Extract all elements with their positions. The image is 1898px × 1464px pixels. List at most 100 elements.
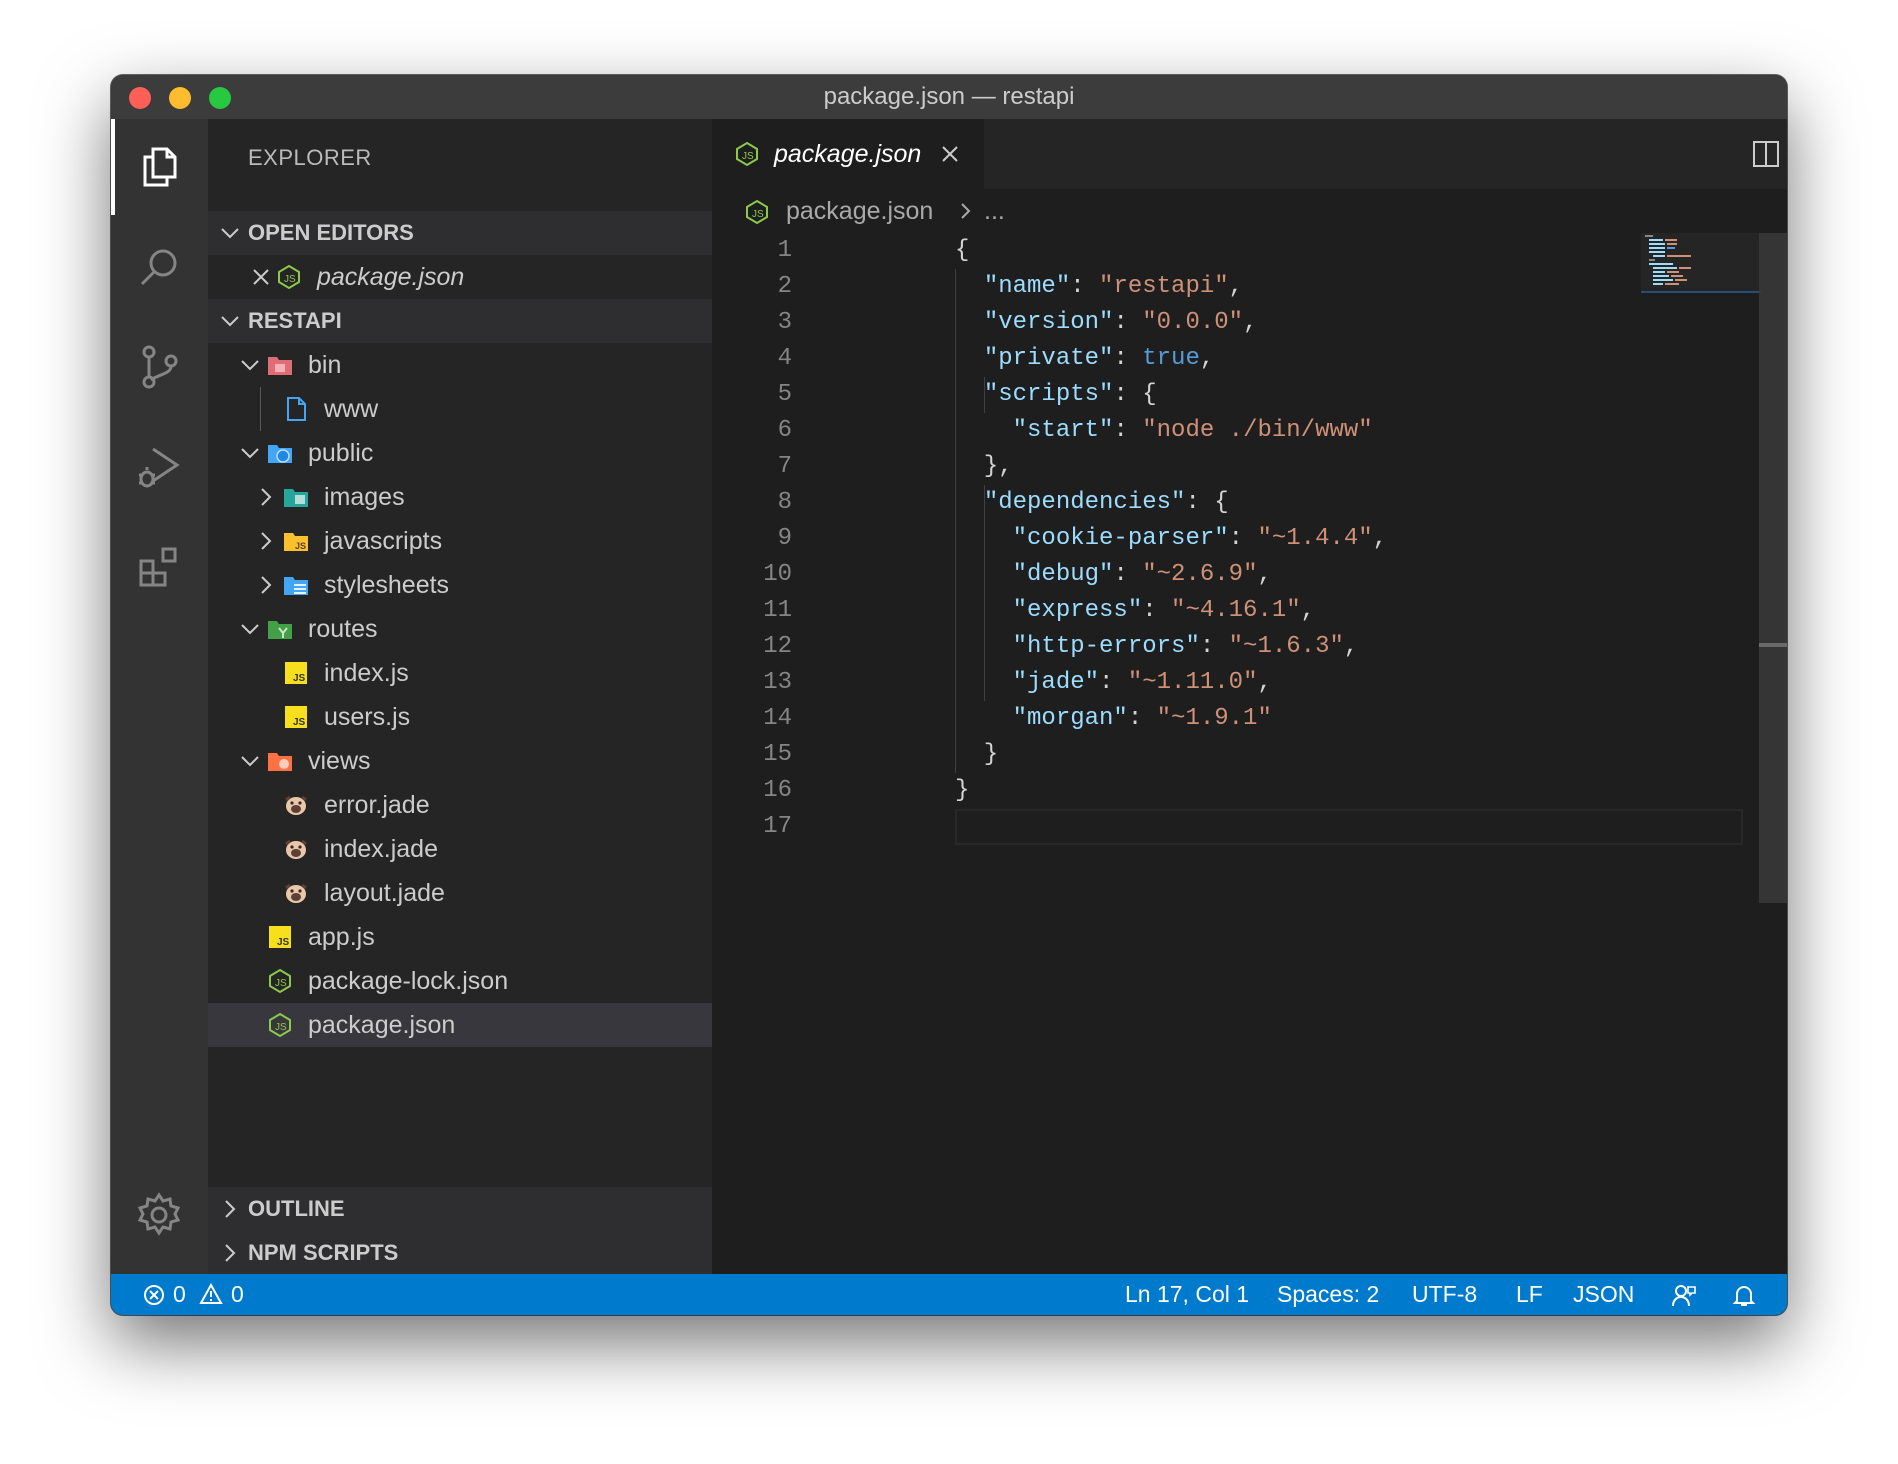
warning-count[interactable]: 0 bbox=[231, 1274, 244, 1315]
line-content: "dependencies": { bbox=[955, 485, 1229, 521]
line-content: "http-errors": "~1.6.3", bbox=[955, 629, 1359, 665]
folder-public-icon bbox=[268, 445, 292, 463]
close-icon[interactable] bbox=[938, 142, 962, 166]
code-token: "~4.16.1" bbox=[1171, 597, 1301, 624]
code-token: "private" bbox=[983, 345, 1114, 372]
tree-file-error-jade[interactable]: error.jade bbox=[208, 783, 712, 827]
tree-label: app.js bbox=[308, 923, 375, 951]
code-token: "~1.4.4" bbox=[1257, 525, 1373, 552]
code-token: } bbox=[955, 777, 970, 804]
error-count[interactable]: 0 bbox=[173, 1274, 186, 1315]
folder-routes-icon bbox=[268, 621, 292, 639]
tree-file-layout-jade[interactable]: layout.jade bbox=[208, 871, 712, 915]
line-content: "scripts": { bbox=[955, 377, 1157, 413]
tree-folder-public[interactable]: public bbox=[208, 431, 712, 475]
tree-folder-stylesheets[interactable]: stylesheets bbox=[208, 563, 712, 607]
tree-folder-javascripts[interactable]: JS javascripts bbox=[208, 519, 712, 563]
line-number: 5 bbox=[777, 381, 792, 408]
line-content: "name": "restapi", bbox=[955, 269, 1243, 305]
split-editor-icon[interactable] bbox=[1752, 140, 1780, 168]
javascript-file-icon: JS bbox=[269, 926, 291, 948]
project-header[interactable]: RESTAPI bbox=[208, 299, 712, 343]
chevron-down-icon bbox=[241, 624, 259, 635]
svg-text:JS: JS bbox=[295, 541, 306, 551]
code-token: : bbox=[1113, 345, 1143, 372]
folder-javascript-icon: JS bbox=[284, 533, 308, 551]
code-token: "jade" bbox=[1012, 669, 1100, 696]
chevron-right-icon bbox=[261, 488, 272, 506]
feedback-icon[interactable] bbox=[1671, 1282, 1697, 1308]
npm-scripts-header[interactable]: NPM SCRIPTS bbox=[208, 1231, 712, 1275]
outline-header[interactable]: OUTLINE bbox=[208, 1187, 712, 1231]
encoding[interactable]: UTF-8 bbox=[1412, 1274, 1477, 1315]
line-content: "cookie-parser": "~1.4.4", bbox=[955, 521, 1387, 557]
explorer-icon[interactable] bbox=[125, 133, 193, 201]
extensions-icon[interactable] bbox=[125, 533, 193, 601]
line-number: 11 bbox=[763, 597, 792, 624]
tree-label: bin bbox=[308, 351, 342, 379]
tree-folder-images[interactable]: images bbox=[208, 475, 712, 519]
tree-folder-routes[interactable]: routes bbox=[208, 607, 712, 651]
open-editors-header[interactable]: OPEN EDITORS bbox=[208, 211, 712, 255]
language-mode[interactable]: JSON bbox=[1573, 1274, 1634, 1315]
line-number: 12 bbox=[763, 633, 792, 660]
code-editor[interactable]: 1 {2 "name": "restapi", 3 "version": "0.0.… bbox=[712, 233, 1787, 1274]
settings-gear-icon[interactable] bbox=[125, 1181, 193, 1249]
tree-label: package.json bbox=[308, 1011, 456, 1039]
line-number: 16 bbox=[763, 777, 792, 804]
code-token: "~1.9.1" bbox=[1156, 705, 1272, 732]
tree-file-app-js[interactable]: JS app.js bbox=[208, 915, 712, 959]
run-debug-icon[interactable] bbox=[125, 433, 193, 501]
tab-package-json[interactable]: JS package.json bbox=[712, 119, 984, 189]
nodejs-file-icon: JS bbox=[278, 264, 300, 290]
open-editor-item[interactable]: JS package.json bbox=[208, 255, 712, 299]
tree-label: stylesheets bbox=[324, 571, 450, 599]
line-number: 9 bbox=[777, 525, 792, 552]
indentation[interactable]: Spaces: 2 bbox=[1277, 1274, 1379, 1315]
breadcrumb-more[interactable]: ... bbox=[984, 189, 1005, 233]
tree-label: images bbox=[324, 483, 405, 511]
tree-file-index-js[interactable]: JS index.js bbox=[208, 651, 712, 695]
window-title: package.json — restapi bbox=[823, 83, 1075, 110]
jade-pug-file-icon bbox=[285, 795, 307, 815]
tree-file-users-js[interactable]: JS users.js bbox=[208, 695, 712, 739]
tree-label: error.jade bbox=[324, 791, 430, 819]
tree-file-package-json[interactable]: JS package.json bbox=[208, 1003, 712, 1047]
notifications-bell-icon[interactable] bbox=[1731, 1282, 1757, 1308]
tree-label: views bbox=[308, 747, 371, 775]
nodejs-file-icon: JS bbox=[736, 141, 758, 167]
cursor-position[interactable]: Ln 17, Col 1 bbox=[1125, 1274, 1249, 1315]
tree-file-index-jade[interactable]: index.jade bbox=[208, 827, 712, 871]
code-token: "name" bbox=[983, 273, 1071, 300]
tree-label: routes bbox=[308, 615, 378, 643]
tree-file-www[interactable]: www bbox=[208, 387, 712, 431]
code-token: "node ./bin/www" bbox=[1142, 417, 1373, 444]
line-content: }, bbox=[955, 449, 1013, 485]
source-control-icon[interactable] bbox=[125, 333, 193, 401]
open-editors-label: OPEN EDITORS bbox=[248, 220, 414, 245]
code-token: : bbox=[1113, 417, 1143, 444]
tree-folder-bin[interactable]: bin bbox=[208, 343, 712, 387]
vertical-scrollbar[interactable] bbox=[1759, 233, 1787, 903]
code-token: , bbox=[1257, 561, 1272, 588]
tree-folder-views[interactable]: views bbox=[208, 739, 712, 783]
chevron-down-icon bbox=[241, 360, 259, 371]
warning-icon[interactable] bbox=[199, 1283, 223, 1305]
code-token: "cookie-parser" bbox=[1012, 525, 1229, 552]
error-icon[interactable] bbox=[143, 1284, 165, 1306]
search-icon[interactable] bbox=[125, 233, 193, 301]
end-of-line[interactable]: LF bbox=[1516, 1274, 1543, 1315]
code-token: "scripts" bbox=[983, 381, 1114, 408]
tree-file-package-lock-json[interactable]: JS package-lock.json bbox=[208, 959, 712, 1003]
folder-stylesheets-icon bbox=[284, 577, 308, 595]
svg-text:JS: JS bbox=[277, 937, 290, 948]
close-icon[interactable] bbox=[249, 265, 273, 289]
minimap[interactable] bbox=[1641, 233, 1761, 293]
chevron-down-icon bbox=[241, 756, 259, 767]
breadcrumb-file[interactable]: package.json bbox=[786, 189, 933, 233]
